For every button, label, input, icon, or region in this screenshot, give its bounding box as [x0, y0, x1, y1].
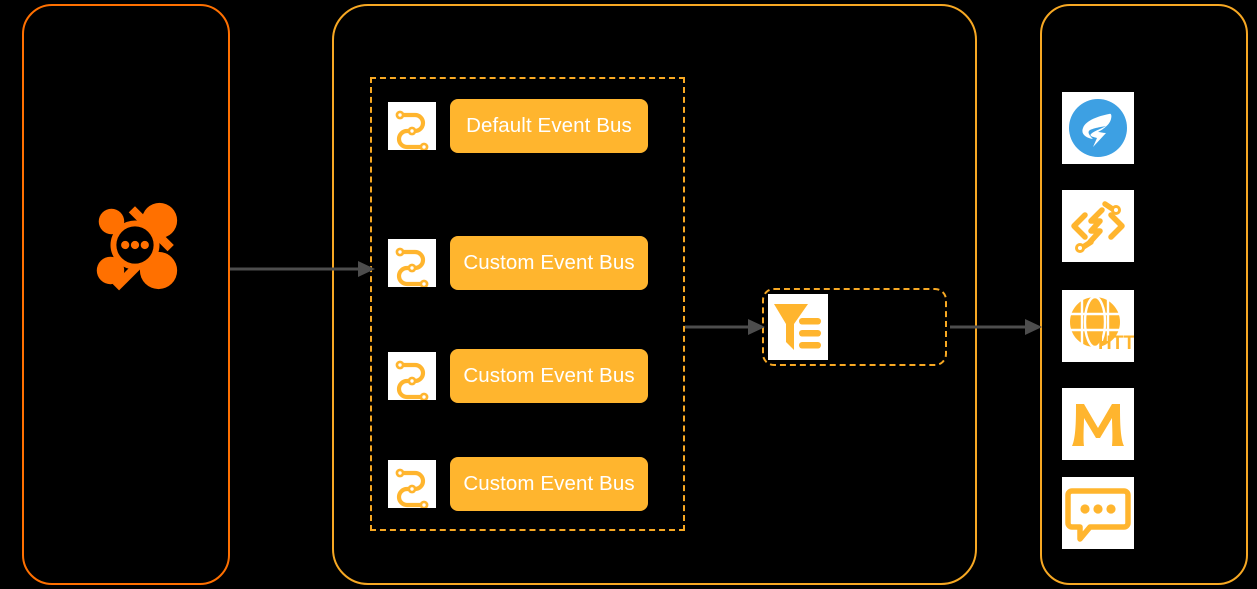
rule-to-targets-arrow — [950, 316, 1042, 338]
event-bus-row[interactable]: Custom Event Bus — [388, 349, 648, 403]
event-bus-icon — [388, 460, 436, 508]
event-bus-label: Default Event Bus — [450, 99, 648, 153]
bus-to-rule-arrow — [685, 316, 765, 338]
event-bus-label: Custom Event Bus — [450, 457, 648, 511]
event-bus-icon — [388, 239, 436, 287]
event-bus-label: Custom Event Bus — [450, 236, 648, 290]
dingtalk-icon — [1062, 92, 1134, 164]
function-compute-icon — [1062, 190, 1134, 262]
event-bus-icon — [388, 102, 436, 150]
svg-text:HTTP: HTTP — [1098, 333, 1134, 354]
event-bus-row[interactable]: Default Event Bus — [388, 99, 648, 153]
event-bus-label: Custom Event Bus — [450, 349, 648, 403]
event-bus-row[interactable]: Custom Event Bus — [388, 236, 648, 290]
event-bus-icon — [388, 352, 436, 400]
event-bus-row[interactable]: Custom Event Bus — [388, 457, 648, 511]
event-source-icon — [86, 196, 184, 294]
message-sms-icon — [1062, 477, 1134, 549]
event-source-panel — [22, 4, 230, 585]
diagram-canvas: Default Event Bus Custom Event Bus Custo… — [0, 0, 1257, 589]
source-to-bus-arrow — [230, 258, 375, 280]
http-globe-icon: HTTP — [1062, 290, 1134, 362]
filter-rule-icon — [768, 294, 828, 360]
mns-icon — [1062, 388, 1134, 460]
